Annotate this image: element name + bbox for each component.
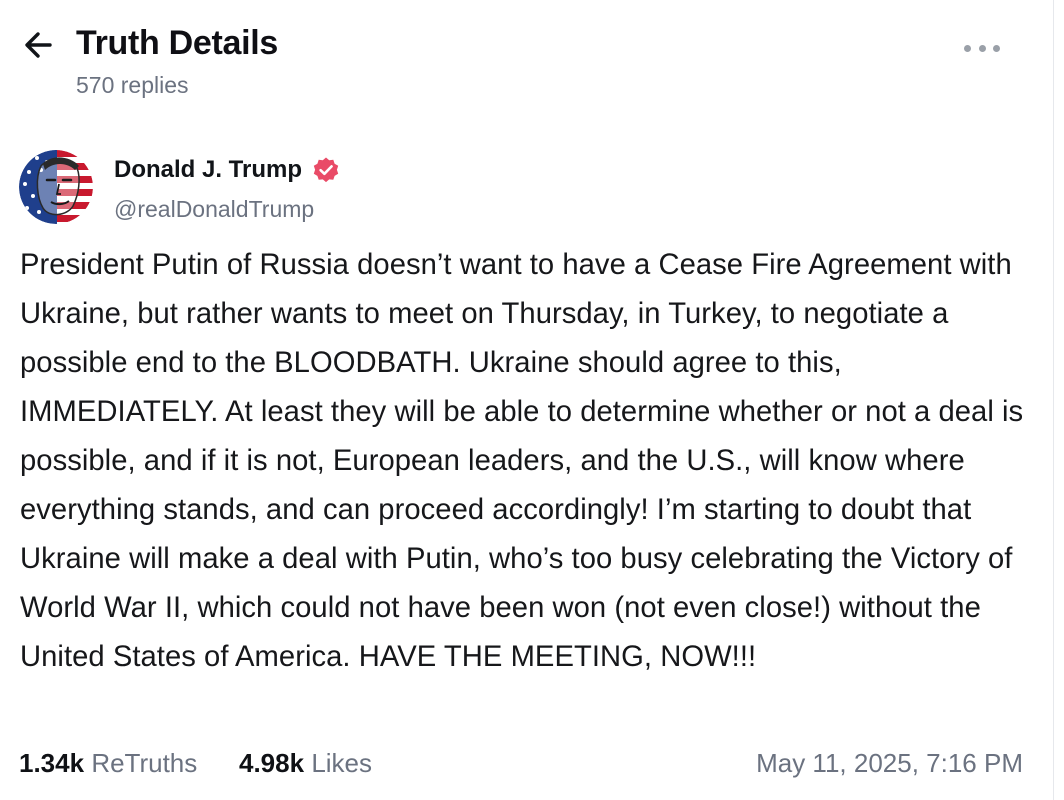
page-header: Truth Details 570 replies <box>0 0 1054 112</box>
avatar-image <box>19 150 93 224</box>
author-display-name[interactable]: Donald J. Trump <box>114 156 302 184</box>
post-stats: 1.34k ReTruths 4.98k Likes May 11, 2025,… <box>0 744 1054 788</box>
retruths-count: 1.34k <box>19 748 85 778</box>
retruths-label: ReTruths <box>91 748 198 778</box>
likes-count: 4.98k <box>239 748 305 778</box>
arrow-left-icon <box>25 32 52 58</box>
page-edge-divider <box>1053 0 1064 800</box>
back-button[interactable] <box>20 28 58 62</box>
post-text: President Putin of Russia doesn’t want t… <box>20 249 1024 673</box>
avatar[interactable] <box>19 150 93 224</box>
likes-stat[interactable]: 4.98k Likes <box>239 748 372 779</box>
more-horizontal-icon <box>964 44 971 52</box>
replies-count: 570 replies <box>76 72 189 98</box>
retruths-stat[interactable]: 1.34k ReTruths <box>19 748 197 779</box>
post-author: Donald J. Trump @realDonaldTrump <box>0 148 1054 228</box>
post-timestamp: May 11, 2025, 7:16 PM <box>756 748 1023 778</box>
more-horizontal-icon <box>993 44 1000 52</box>
page-title: Truth Details <box>76 24 279 62</box>
verified-badge-icon <box>313 157 339 183</box>
more-options-button[interactable] <box>962 36 1002 60</box>
author-handle[interactable]: @realDonaldTrump <box>114 196 314 223</box>
more-horizontal-icon <box>978 44 986 52</box>
likes-label: Likes <box>311 748 373 778</box>
